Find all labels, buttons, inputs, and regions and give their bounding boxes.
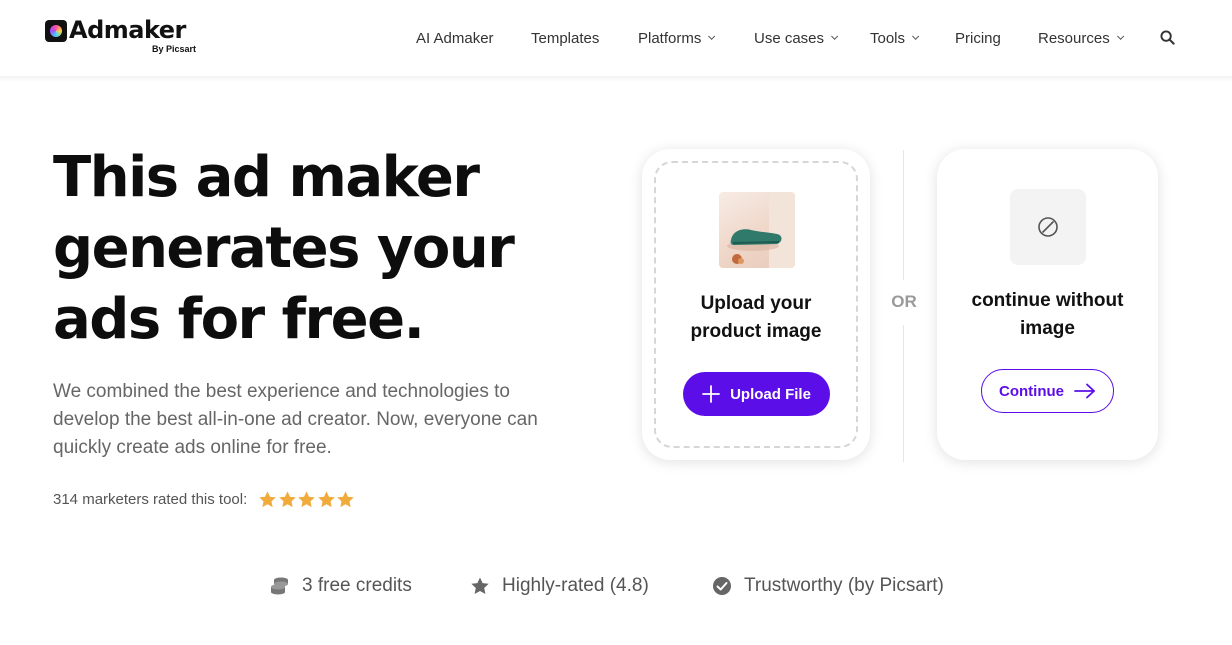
chevron-down-icon <box>912 32 920 40</box>
header-divider <box>0 76 1232 82</box>
upload-file-button[interactable]: Upload File <box>683 372 830 416</box>
shoe-image <box>727 192 795 268</box>
hero-description-line: quickly create ads online for free. <box>53 437 332 458</box>
or-divider-bottom <box>903 325 904 462</box>
star-icon <box>279 490 296 507</box>
hero-title-line: ads for free. <box>53 287 425 352</box>
nav-ai-admaker[interactable]: AI Admaker <box>416 28 494 48</box>
star-icon <box>318 490 335 507</box>
feature-trustworthy: Trustworthy (by Picsart) <box>712 574 944 598</box>
star-icon <box>298 490 316 507</box>
admaker-logo-icon <box>45 20 67 42</box>
nav-templates[interactable]: Templates <box>531 28 599 48</box>
nav-label: Pricing <box>955 29 1001 47</box>
arrow-right-icon <box>1074 383 1095 399</box>
chevron-down-icon <box>708 32 716 40</box>
nav-label: Resources <box>1038 29 1110 47</box>
search-icon[interactable] <box>1160 30 1175 45</box>
logo-subtext: By Picsart <box>152 44 197 54</box>
no-image-placeholder <box>1010 189 1086 265</box>
feature-label: Highly-rated (4.8) <box>502 575 649 596</box>
star-icon <box>337 490 355 507</box>
hero-description-line: We combined the best experience and tech… <box>53 381 511 402</box>
rating-row: 314 marketers rated this tool: <box>53 488 356 510</box>
logo-text: Admaker <box>69 16 186 44</box>
chevron-down-icon <box>1116 32 1124 40</box>
rating-stars <box>258 490 356 509</box>
nav-resources[interactable]: Resources <box>1038 28 1124 48</box>
feature-free-credits: 3 free credits <box>270 574 412 598</box>
or-label: OR <box>891 292 917 311</box>
admaker-logo[interactable]: Admaker By Picsart <box>45 16 205 58</box>
nav-platforms[interactable]: Platforms <box>638 28 716 48</box>
nav-label: Tools <box>870 29 906 47</box>
nav-pricing[interactable]: Pricing <box>955 28 1001 48</box>
hero-description-line: develop the best all-in-one ad creator. … <box>53 409 538 430</box>
nav-label: Use cases <box>754 29 825 47</box>
nav-tools[interactable]: Tools <box>870 28 920 48</box>
site-header: Admaker By Picsart AI Admaker Templates … <box>0 0 1232 76</box>
continue-card-title-line: image <box>1020 318 1075 339</box>
continue-card-title: continue without image <box>937 287 1158 343</box>
upload-card-title-line: Upload your <box>700 293 812 314</box>
nav-use-cases[interactable]: Use cases <box>754 28 839 48</box>
continue-card[interactable]: continue without image Continue <box>937 149 1158 460</box>
upload-card[interactable]: Upload your product image Upload File <box>642 149 870 460</box>
hero-title-line: This ad maker <box>53 145 480 210</box>
product-sample-image <box>719 192 795 268</box>
feature-highly-rated: Highly-rated (4.8) <box>470 574 649 598</box>
feature-label: Trustworthy (by Picsart) <box>744 575 944 596</box>
nav-label: AI Admaker <box>416 29 494 47</box>
upload-file-label: Upload File <box>730 385 811 403</box>
nav-label: Templates <box>531 29 600 47</box>
feature-label: 3 free credits <box>302 575 412 596</box>
chevron-down-icon <box>831 32 839 40</box>
hero-title-line: generates your <box>53 216 515 281</box>
coins-icon <box>271 577 288 595</box>
upload-card-title-line: product image <box>690 321 822 342</box>
star-icon <box>259 490 277 507</box>
continue-label: Continue <box>999 382 1064 400</box>
rating-text: 314 marketers rated this tool: <box>53 490 248 508</box>
star-icon <box>471 577 489 594</box>
continue-button[interactable]: Continue <box>981 369 1114 413</box>
nav-label: Platforms <box>638 29 702 47</box>
or-divider-top <box>903 150 904 280</box>
continue-card-title-line: continue without <box>971 290 1124 311</box>
hero-description: We combined the best experience and tech… <box>53 378 593 462</box>
hero-title: This ad maker generates your ads for fre… <box>53 142 613 355</box>
check-circle-icon <box>713 577 731 595</box>
plus-icon <box>702 385 720 403</box>
upload-card-title: Upload your product image <box>642 290 870 346</box>
no-image-icon <box>1038 217 1058 237</box>
